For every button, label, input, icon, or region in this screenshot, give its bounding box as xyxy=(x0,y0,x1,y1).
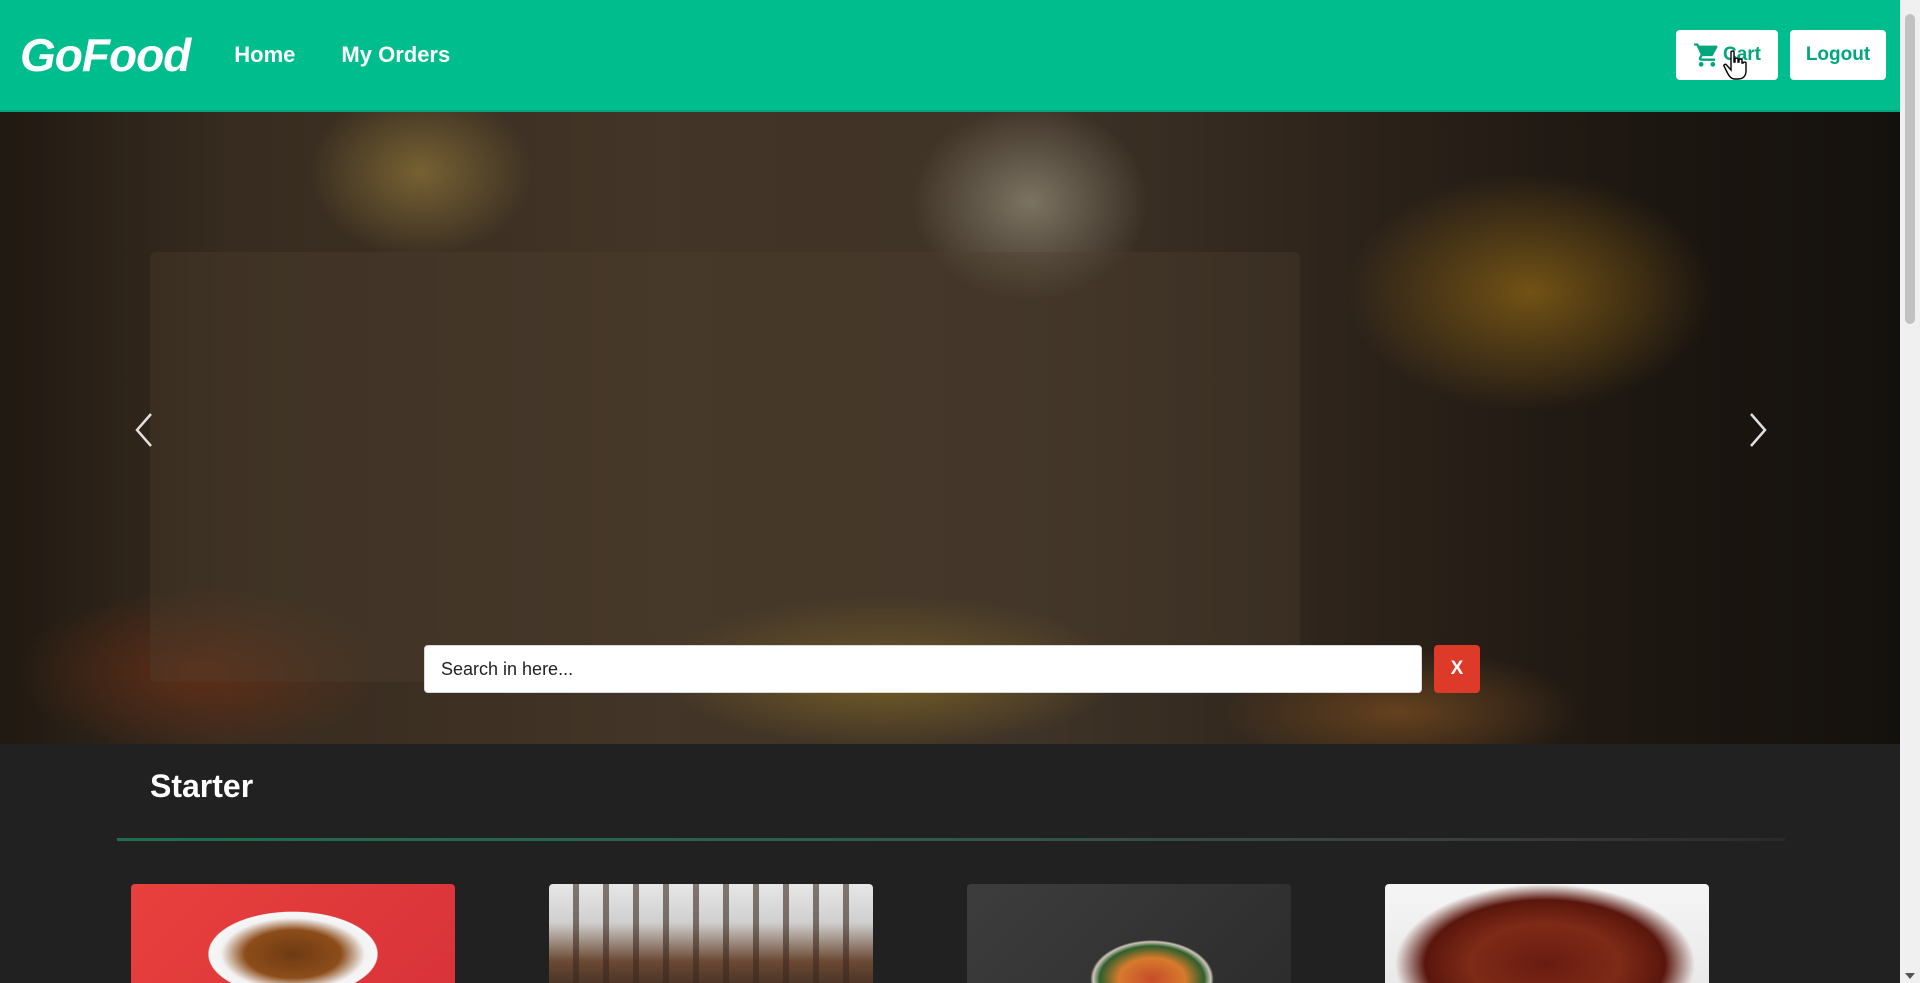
food-card-image[interactable] xyxy=(131,884,455,983)
carousel-prev-button[interactable] xyxy=(124,402,164,462)
food-card-image[interactable] xyxy=(967,884,1291,983)
cart-icon xyxy=(1693,41,1721,69)
category-divider xyxy=(117,838,1785,841)
nav-link-home[interactable]: Home xyxy=(234,42,295,68)
search-bar: X xyxy=(424,645,1480,693)
hand-pointer-icon xyxy=(1723,50,1747,80)
chevron-left-icon xyxy=(134,412,154,453)
clear-search-button[interactable]: X xyxy=(1434,645,1480,693)
logout-button[interactable]: Logout xyxy=(1790,30,1886,80)
food-card-image[interactable] xyxy=(1385,884,1709,983)
brand-logo[interactable]: GoFood xyxy=(20,28,191,82)
food-card-image[interactable] xyxy=(549,884,873,983)
nav-link-my-orders[interactable]: My Orders xyxy=(341,42,450,68)
carousel-next-button[interactable] xyxy=(1738,402,1778,462)
nav-actions: Cart Logout xyxy=(1676,30,1886,80)
scroll-down-arrow-icon[interactable] xyxy=(1905,973,1915,979)
search-input[interactable] xyxy=(424,645,1422,693)
hero-carousel: X xyxy=(0,112,1900,744)
navbar: GoFood Home My Orders Cart Logout xyxy=(0,0,1900,112)
page-scrollbar[interactable] xyxy=(1900,0,1920,983)
page: GoFood Home My Orders Cart Logout Search… xyxy=(0,0,1920,983)
scrollbar-thumb[interactable] xyxy=(1905,14,1915,324)
chevron-right-icon xyxy=(1748,412,1768,453)
category-title: Starter xyxy=(150,768,254,804)
food-card-row xyxy=(131,884,1831,983)
